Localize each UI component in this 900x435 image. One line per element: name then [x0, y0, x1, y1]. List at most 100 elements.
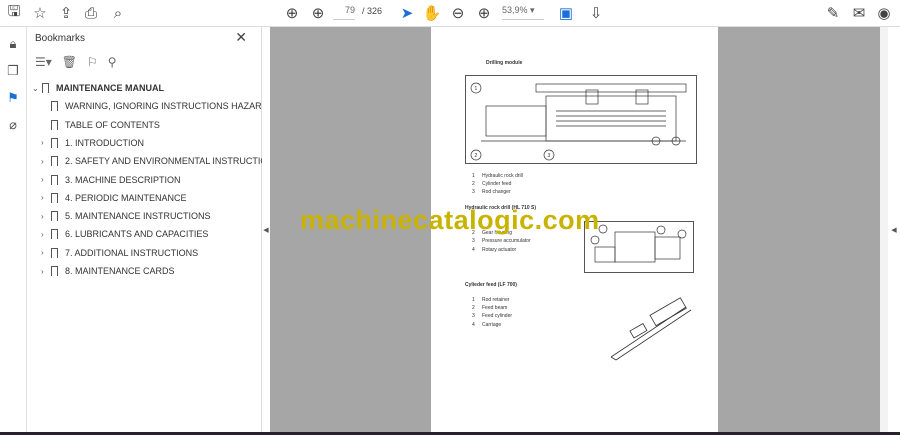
- bookmark-label: 8. MAINTENANCE CARDS: [65, 266, 175, 276]
- bookmark-item[interactable]: › 5. MAINTENANCE INSTRUCTIONS: [41, 207, 211, 225]
- hand-icon[interactable]: ✋: [422, 4, 442, 22]
- chevron-right-icon[interactable]: ›: [41, 267, 51, 276]
- bookmark-label: MAINTENANCE MANUAL: [56, 83, 164, 93]
- find-bookmark-icon[interactable]: ⚲: [108, 55, 117, 69]
- drilling-module-figure: 1 2 3: [465, 75, 697, 164]
- bookmark-item[interactable]: ⌄ MAINTENANCE MANUAL: [32, 79, 164, 97]
- bookmarks-title: Bookmarks: [35, 33, 86, 44]
- star-icon[interactable]: ☆: [30, 4, 50, 22]
- email-icon[interactable]: ✉: [849, 4, 869, 22]
- select-cursor-icon[interactable]: ➤: [397, 4, 417, 22]
- bookmark-flag-icon: [42, 83, 49, 93]
- bookmark-flag-icon: [51, 101, 58, 112]
- bookmark-label: 4. PERIODIC MAINTENANCE: [65, 192, 187, 203]
- close-icon[interactable]: ✕: [235, 29, 247, 46]
- legend-label: Pressure accumulator: [482, 238, 531, 245]
- bookmark-label: 1. INTRODUCTION: [65, 137, 145, 148]
- options-icon[interactable]: ☰▾: [35, 55, 52, 69]
- legend-label: Feed beam: [482, 305, 508, 312]
- chevron-right-icon[interactable]: ›: [41, 212, 51, 221]
- zoom-out-icon[interactable]: ⊖: [448, 4, 468, 22]
- new-bookmark-icon[interactable]: ⚐: [87, 55, 98, 69]
- bookmark-flag-icon: [51, 156, 58, 167]
- bookmark-flag-icon: [51, 229, 58, 240]
- bookmark-item[interactable]: › 3. MACHINE DESCRIPTION: [41, 171, 181, 189]
- chevron-right-icon[interactable]: ›: [41, 157, 51, 166]
- svg-text:3: 3: [548, 153, 551, 159]
- rock-drill-drawing: [590, 224, 687, 263]
- sign-icon[interactable]: ✎: [823, 4, 843, 22]
- section-title: Cylieder feed (LF 700): [465, 282, 517, 288]
- legend-label: Rod changer: [482, 189, 511, 196]
- legend-label: Rotary actuator: [482, 246, 517, 253]
- chevron-down-icon[interactable]: ⌄: [32, 84, 42, 93]
- bookmark-item[interactable]: › 8. MAINTENANCE CARDS: [41, 262, 175, 280]
- zoom-value: 53,9%: [502, 5, 528, 15]
- vertical-scrollbar[interactable]: [880, 27, 888, 432]
- bookmark-flag-icon: [51, 211, 58, 222]
- chevron-right-icon[interactable]: ›: [41, 175, 51, 184]
- bookmark-item[interactable]: › 1. INTRODUCTION: [41, 134, 144, 152]
- section-title: Drilling module: [486, 60, 523, 66]
- page-total: / 326: [362, 6, 383, 16]
- toolbar: 🖫 ☆ ⇪ ⎙ ⌕ ⊕ ⊕ 79 / 326 ➤ ✋ ⊖ ⊕ 53,9% ▾ ▣…: [0, 0, 900, 27]
- bookmark-label: 6. LUBRICANTS AND CAPACITIES: [65, 229, 209, 240]
- legend-label: Rod retainer: [482, 297, 510, 303]
- legend-label: Carriage: [482, 321, 502, 328]
- bookmark-tools: ☰▾ 🗑︎ ⚐ ⚲: [35, 55, 117, 69]
- bookmark-item[interactable]: › 4. PERIODIC MAINTENANCE: [41, 189, 187, 207]
- chevron-right-icon[interactable]: ›: [41, 138, 51, 147]
- bookmark-label: 2. SAFETY AND ENVIRONMENTAL INSTRUCTIONS: [65, 156, 280, 167]
- legend-number: 2: [472, 181, 475, 188]
- account-icon[interactable]: ◉: [874, 4, 894, 22]
- svg-text:1: 1: [475, 86, 478, 92]
- bookmark-item[interactable]: WARNING, IGNORING INSTRUCTIONS HAZARD!: [41, 97, 271, 115]
- legend-number: 3: [472, 189, 475, 196]
- page-fit-icon[interactable]: ▣: [556, 4, 576, 22]
- page-up-icon[interactable]: ⊕: [282, 4, 302, 22]
- bookmark-item[interactable]: TABLE OF CONTENTS: [41, 116, 160, 134]
- attachment-icon[interactable]: ⌀: [5, 117, 21, 133]
- delete-icon[interactable]: 🗑︎: [62, 55, 77, 69]
- upload-icon[interactable]: ⇪: [56, 4, 76, 22]
- chevron-right-icon[interactable]: ›: [41, 230, 51, 239]
- bookmark-label: 5. MAINTENANCE INSTRUCTIONS: [65, 211, 211, 222]
- bookmark-item[interactable]: › 7. ADDITIONAL INSTRUCTIONS: [41, 244, 198, 262]
- page-number-input[interactable]: 79: [333, 5, 355, 20]
- cylinder-feed-drawing: [610, 297, 692, 361]
- legend-label: Hydraulic rock drill: [482, 173, 523, 179]
- bookmarks-panel: Bookmarks ✕ ☰▾ 🗑︎ ⚐ ⚲ ⌄ MAINTENANCE MANUA…: [27, 27, 280, 432]
- chevron-right-icon[interactable]: ›: [41, 248, 51, 257]
- expand-right-panel-button[interactable]: ◀: [888, 27, 900, 432]
- bookmark-label: TABLE OF CONTENTS: [65, 119, 160, 130]
- scroll-mode-icon[interactable]: ⇩: [586, 4, 606, 22]
- print-icon[interactable]: ⎙: [81, 4, 101, 22]
- search-zoom-icon[interactable]: ⌕: [108, 4, 128, 22]
- bookmark-icon[interactable]: ⚑: [5, 90, 21, 106]
- legend-number: 1: [472, 297, 475, 303]
- bookmark-flag-icon: [51, 137, 58, 148]
- page-down-icon[interactable]: ⊕: [308, 4, 328, 22]
- bookmark-item[interactable]: › 2. SAFETY AND ENVIRONMENTAL INSTRUCTION…: [41, 152, 280, 170]
- bookmark-flag-icon: [51, 192, 58, 203]
- legend-number: 3: [472, 313, 475, 320]
- legend-number: 4: [472, 246, 475, 253]
- legend-label: Cylinder feed: [482, 181, 512, 188]
- bookmark-flag-icon: [51, 174, 58, 185]
- bookmark-flag-icon: [51, 247, 58, 258]
- zoom-in-icon[interactable]: ⊕: [474, 4, 494, 22]
- legend-number: 3: [472, 238, 475, 245]
- lock-icon[interactable]: 🔒︎: [5, 36, 21, 52]
- pages-icon[interactable]: ❐: [5, 63, 21, 79]
- chevron-right-icon[interactable]: ›: [41, 193, 51, 202]
- rock-drill-figure: [584, 221, 694, 273]
- bookmark-flag-icon: [51, 119, 58, 130]
- zoom-select[interactable]: 53,9% ▾: [502, 5, 544, 20]
- collapse-panel-button[interactable]: ◀: [262, 27, 270, 432]
- bookmark-label: WARNING, IGNORING INSTRUCTIONS HAZARD!: [65, 101, 271, 112]
- svg-text:2: 2: [475, 153, 478, 159]
- bookmark-item[interactable]: › 6. LUBRICANTS AND CAPACITIES: [41, 225, 208, 243]
- save-icon[interactable]: 🖫: [4, 3, 24, 22]
- legend-number: 4: [472, 321, 475, 328]
- watermark: machinecatalogic.com: [300, 205, 600, 235]
